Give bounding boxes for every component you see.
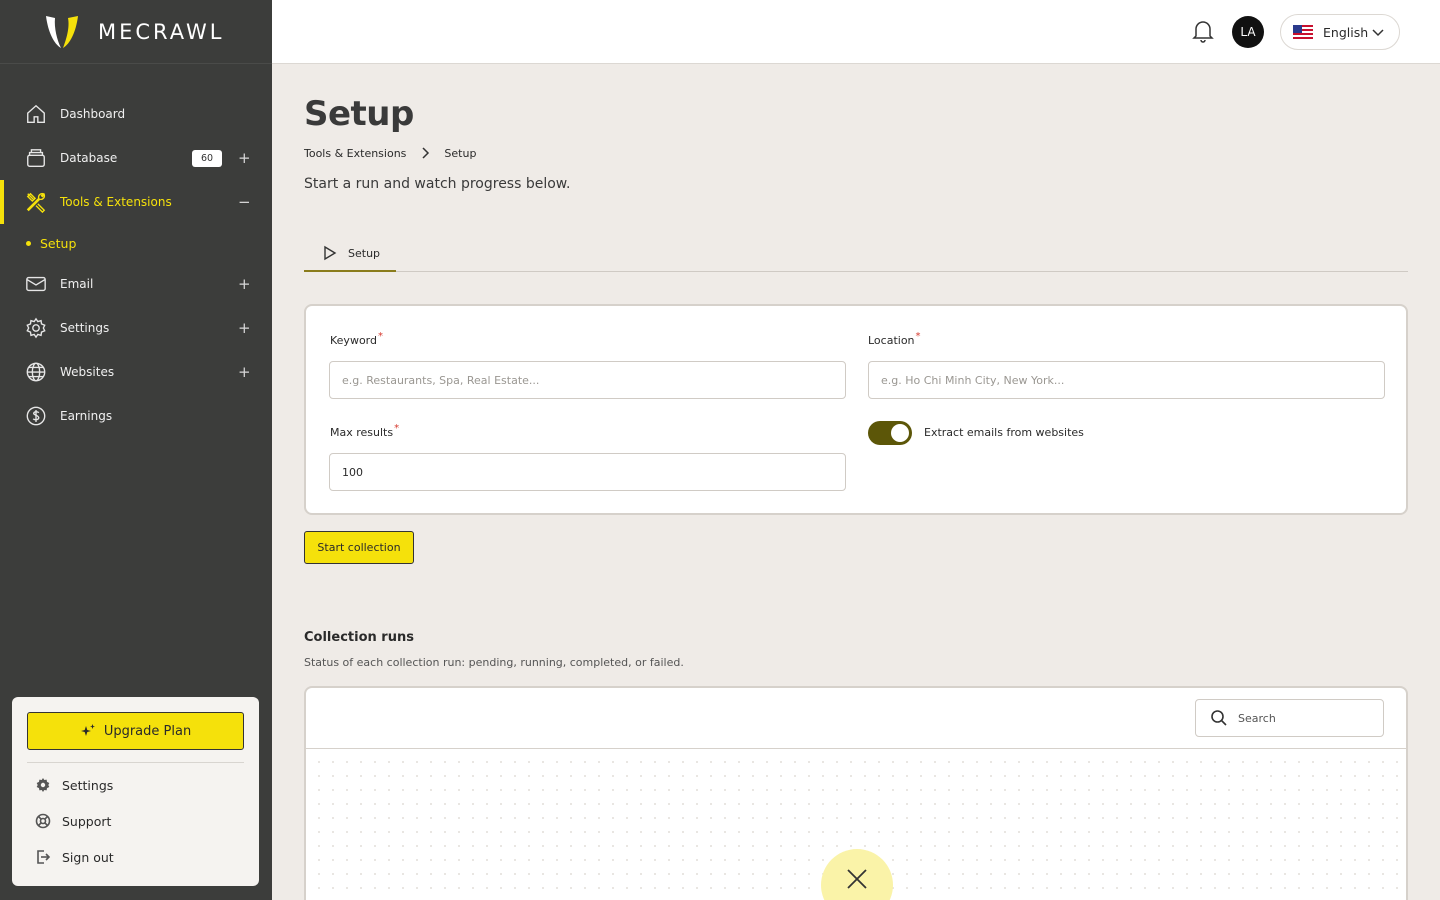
location-label-text: Location — [868, 334, 915, 347]
extract-emails-label: Extract emails from websites — [924, 426, 1084, 439]
tab-label: Setup — [348, 246, 381, 260]
sidebar-item-tools-extensions[interactable]: Tools & Extensions − — [0, 180, 272, 224]
sidebar-item-websites[interactable]: Websites + — [0, 350, 272, 394]
sidebar-item-label: Dashboard — [60, 107, 126, 121]
bottom-link-label: Sign out — [62, 849, 114, 865]
dollar-icon — [24, 404, 48, 428]
sidebar-item-label: Earnings — [60, 409, 113, 423]
sidebar-item-earnings[interactable]: Earnings — [0, 394, 272, 438]
sidebar-subitem-setup[interactable]: Setup — [0, 224, 272, 262]
bottom-link-label: Settings — [62, 777, 114, 793]
page-subtitle: Start a run and watch progress below. — [304, 176, 571, 192]
required-mark: * — [377, 331, 383, 342]
chevron-right-icon — [422, 147, 430, 159]
sidebar-item-label: Email — [60, 277, 94, 291]
keyword-input[interactable] — [329, 361, 846, 399]
sidebar-item-label: Websites — [60, 365, 115, 379]
mail-icon — [24, 272, 48, 296]
language-label: English — [1323, 24, 1369, 40]
sparkles-icon — [80, 724, 95, 736]
sidebar-item-database[interactable]: Database 60 + — [0, 136, 272, 180]
location-label: Location* — [868, 331, 921, 347]
sidebar-item-dashboard[interactable]: Dashboard — [0, 92, 272, 136]
breadcrumb-item-tools-extensions[interactable]: Tools & Extensions — [304, 147, 406, 160]
database-icon — [24, 146, 48, 170]
count-badge: 60 — [192, 149, 222, 167]
breadcrumb-item-current: Setup — [444, 146, 477, 160]
extract-emails-toggle[interactable] — [868, 421, 912, 445]
required-mark: * — [915, 331, 921, 342]
sidebar: MECRAWL Dashboard Database 60 + Tools & … — [0, 0, 272, 900]
sidebar-bottom-card: Upgrade Plan Settings Support Sign out — [12, 697, 259, 886]
collection-runs-title: Collection runs — [304, 630, 414, 645]
expand-button[interactable]: + — [238, 363, 251, 381]
home-icon — [24, 102, 48, 126]
sidebar-item-label: Database — [60, 151, 118, 165]
expand-button[interactable]: + — [238, 319, 251, 337]
sign-out-icon — [37, 850, 51, 864]
active-dot — [26, 240, 31, 246]
upgrade-plan-button[interactable]: Upgrade Plan — [27, 712, 244, 750]
sidebar-item-email[interactable]: Email + — [0, 262, 272, 306]
brand-name: MECRAWL — [98, 19, 225, 44]
play-icon — [324, 245, 337, 261]
breadcrumb: Tools & Extensions Setup — [304, 146, 476, 160]
required-mark: * — [394, 423, 400, 434]
start-collection-button[interactable]: Start collection — [304, 531, 414, 564]
collection-runs-table — [304, 686, 1408, 900]
chevron-down-icon — [1372, 29, 1384, 37]
sidebar-nav: Dashboard Database 60 + Tools & Extensio… — [0, 92, 272, 438]
us-flag-icon — [1293, 25, 1313, 39]
tab-setup[interactable]: Setup — [304, 236, 396, 272]
keyword-label: Keyword* — [330, 331, 383, 347]
sidebar-subitem-label: Setup — [40, 235, 77, 251]
max-results-label-text: Max results — [330, 426, 394, 439]
page-title: Setup — [304, 94, 414, 134]
avatar[interactable]: LA — [1232, 16, 1264, 48]
divider — [27, 762, 244, 763]
empty-state — [306, 749, 1406, 900]
bottom-link-support[interactable]: Support — [27, 803, 244, 839]
gear-icon — [36, 778, 50, 792]
gear-icon — [24, 316, 48, 340]
search-icon — [1211, 710, 1227, 726]
table-toolbar — [306, 688, 1406, 749]
lifebuoy-icon — [35, 813, 51, 829]
notifications-button[interactable] — [1192, 19, 1216, 45]
bottom-link-sign-out[interactable]: Sign out — [27, 839, 244, 875]
tab-bar: Setup — [304, 236, 1408, 272]
sidebar-item-label: Tools & Extensions — [60, 195, 172, 209]
search-box[interactable] — [1195, 699, 1384, 737]
keyword-label-text: Keyword — [330, 334, 377, 347]
collection-runs-description: Status of each collection run: pending, … — [304, 656, 684, 669]
expand-button[interactable]: + — [238, 149, 251, 167]
location-input[interactable] — [868, 361, 1385, 399]
brand[interactable]: MECRAWL — [0, 0, 272, 64]
tools-icon — [24, 190, 48, 214]
sidebar-item-settings[interactable]: Settings + — [0, 306, 272, 350]
globe-icon — [24, 360, 48, 384]
collapse-button[interactable]: − — [238, 193, 251, 211]
search-input[interactable] — [1238, 711, 1368, 725]
close-icon — [847, 869, 867, 889]
language-selector[interactable]: English — [1280, 14, 1400, 50]
expand-button[interactable]: + — [238, 275, 251, 293]
max-results-input[interactable] — [329, 453, 846, 491]
toggle-knob — [891, 424, 909, 442]
bottom-link-settings[interactable]: Settings — [27, 767, 244, 803]
top-bar: LA English — [272, 0, 1440, 64]
max-results-label: Max results* — [330, 423, 400, 439]
upgrade-plan-label: Upgrade Plan — [103, 723, 192, 739]
setup-form: Keyword* Location* Max results* Extract … — [304, 304, 1408, 515]
sidebar-item-label: Settings — [60, 321, 110, 335]
empty-state-badge — [821, 849, 893, 900]
bell-icon — [1192, 21, 1214, 43]
bottom-link-label: Support — [62, 813, 112, 829]
brand-logo-icon — [46, 15, 78, 48]
